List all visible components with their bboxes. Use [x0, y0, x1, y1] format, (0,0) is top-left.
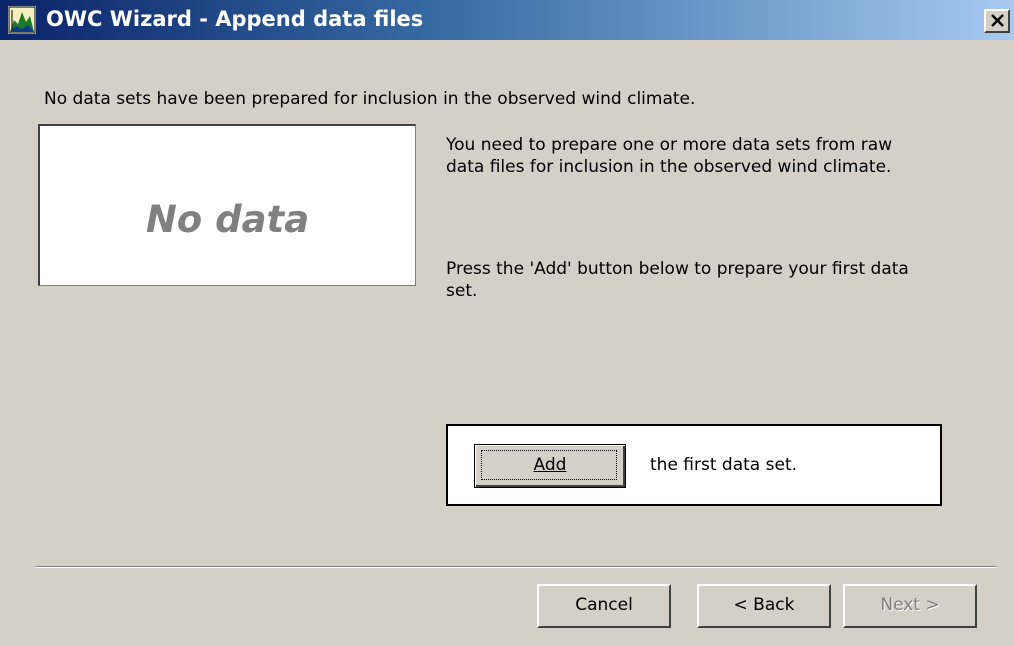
- add-button[interactable]: Add: [474, 444, 626, 488]
- instruction-text: You need to prepare one or more data set…: [446, 135, 893, 177]
- add-button-text: Add: [533, 455, 567, 475]
- status-message: No data sets have been prepared for incl…: [44, 89, 696, 109]
- add-button-label: Add: [475, 455, 625, 475]
- close-button[interactable]: [984, 9, 1010, 33]
- window-title: OWC Wizard - Append data files: [46, 7, 424, 31]
- cancel-button[interactable]: Cancel: [537, 584, 671, 628]
- wizard-dialog: OWC Wizard - Append data files No data s…: [0, 0, 1014, 646]
- footer-separator: [36, 566, 996, 568]
- add-panel: Add the first data set.: [446, 424, 942, 506]
- close-icon: [991, 14, 1004, 27]
- owc-wizard-icon: [8, 6, 36, 34]
- no-data-label: No data: [145, 198, 310, 241]
- next-button: Next >: [843, 584, 977, 628]
- add-instruction-text: Press the 'Add' button below to prepare …: [446, 259, 909, 301]
- back-button[interactable]: < Back: [697, 584, 831, 628]
- title-bar[interactable]: OWC Wizard - Append data files: [0, 0, 1014, 40]
- add-hint-text: the first data set.: [650, 455, 798, 475]
- data-preview-panel: No data: [38, 124, 416, 286]
